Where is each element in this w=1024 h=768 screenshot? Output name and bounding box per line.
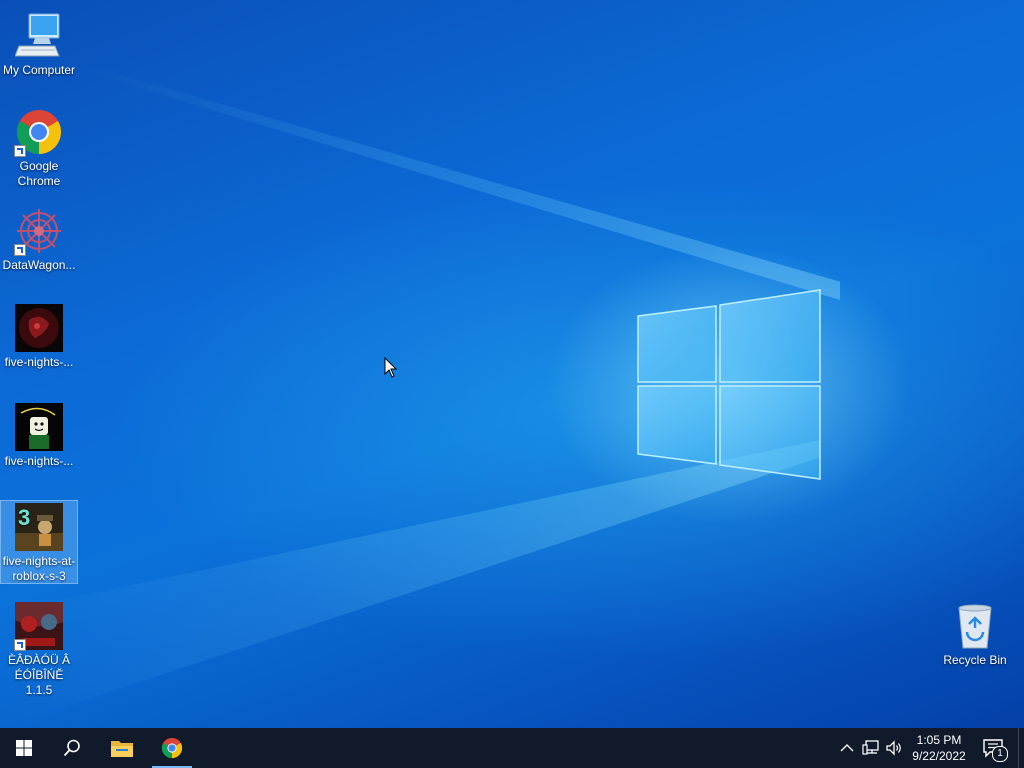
chrome-button[interactable] (148, 728, 196, 768)
folder-icon (111, 741, 133, 757)
windows-wallpaper-logo (637, 289, 821, 480)
mouse-pointer-icon (384, 357, 398, 378)
chrome-icon (14, 108, 63, 157)
game-thumbnail-icon: 3 (15, 503, 63, 551)
search-icon (63, 739, 80, 757)
search-button[interactable] (48, 728, 96, 768)
shortcut-arrow-icon (14, 639, 26, 651)
svg-text:3: 3 (18, 505, 30, 530)
desktop-icon-five-nights-1[interactable]: five-nights-... (1, 302, 77, 373)
desktop-icon-label: DataWagon... (2, 258, 76, 272)
desktop-icon-label: ÈÂÐÀÓÜ Â ÉÓÎBÎŃĚ 1.1.5 (7, 653, 70, 697)
game-thumbnail-icon (14, 602, 63, 651)
show-hidden-icons-chevron-icon[interactable] (838, 739, 856, 757)
desktop[interactable]: My Computer Google Chrome DataWagon... f… (0, 0, 1024, 728)
desktop-icon-label: five-nights-at-roblox-s-3 (2, 554, 76, 583)
game-thumbnail-icon (15, 304, 63, 352)
taskbar: 1:05 PM 9/22/2022 1 (0, 728, 1024, 768)
taskbar-clock[interactable]: 1:05 PM 9/22/2022 (906, 732, 972, 764)
desktop-icon-my-computer[interactable]: My Computer (1, 10, 77, 81)
datawagon-icon (14, 207, 63, 256)
desktop-icon-label: My Computer (2, 63, 76, 77)
desktop-icon-label: five-nights-... (4, 355, 74, 369)
wallpaper-light-beam (80, 70, 840, 300)
shortcut-arrow-icon (14, 244, 26, 256)
action-center-button[interactable]: 1 (980, 736, 1008, 762)
desktop-icon-five-nights-2[interactable]: five-nights-... (1, 401, 77, 472)
desktop-icon-recycle-bin[interactable]: Recycle Bin (937, 600, 1013, 671)
volume-icon[interactable] (885, 739, 903, 757)
windows-start-icon (16, 740, 32, 756)
file-explorer-button[interactable] (98, 728, 146, 768)
desktop-icon-game-1-1-5[interactable]: ÈÂÐÀÓÜ Â ÉÓÎBÎŃĚ 1.1.5 (1, 600, 77, 701)
desktop-icon-label: five-nights-... (4, 454, 74, 468)
start-button[interactable] (0, 728, 48, 768)
clock-time: 1:05 PM (916, 733, 962, 747)
recycle-bin-icon (951, 602, 999, 650)
desktop-icon-datawagon[interactable]: DataWagon... (1, 205, 77, 276)
computer-icon (14, 12, 63, 60)
chrome-icon (161, 737, 183, 759)
desktop-icon-label: Google Chrome (17, 159, 61, 188)
shortcut-arrow-icon (14, 145, 26, 157)
desktop-icon-five-nights-at-roblox-s-3[interactable]: 3 five-nights-at-roblox-s-3 (0, 500, 78, 584)
game-thumbnail-icon (15, 403, 63, 451)
notification-count-badge: 1 (992, 746, 1008, 762)
show-desktop-button[interactable] (1018, 728, 1024, 768)
clock-date: 9/22/2022 (912, 749, 966, 763)
network-icon[interactable] (862, 739, 880, 757)
desktop-icon-label: Recycle Bin (943, 653, 1007, 667)
desktop-icon-google-chrome[interactable]: Google Chrome (1, 106, 77, 192)
